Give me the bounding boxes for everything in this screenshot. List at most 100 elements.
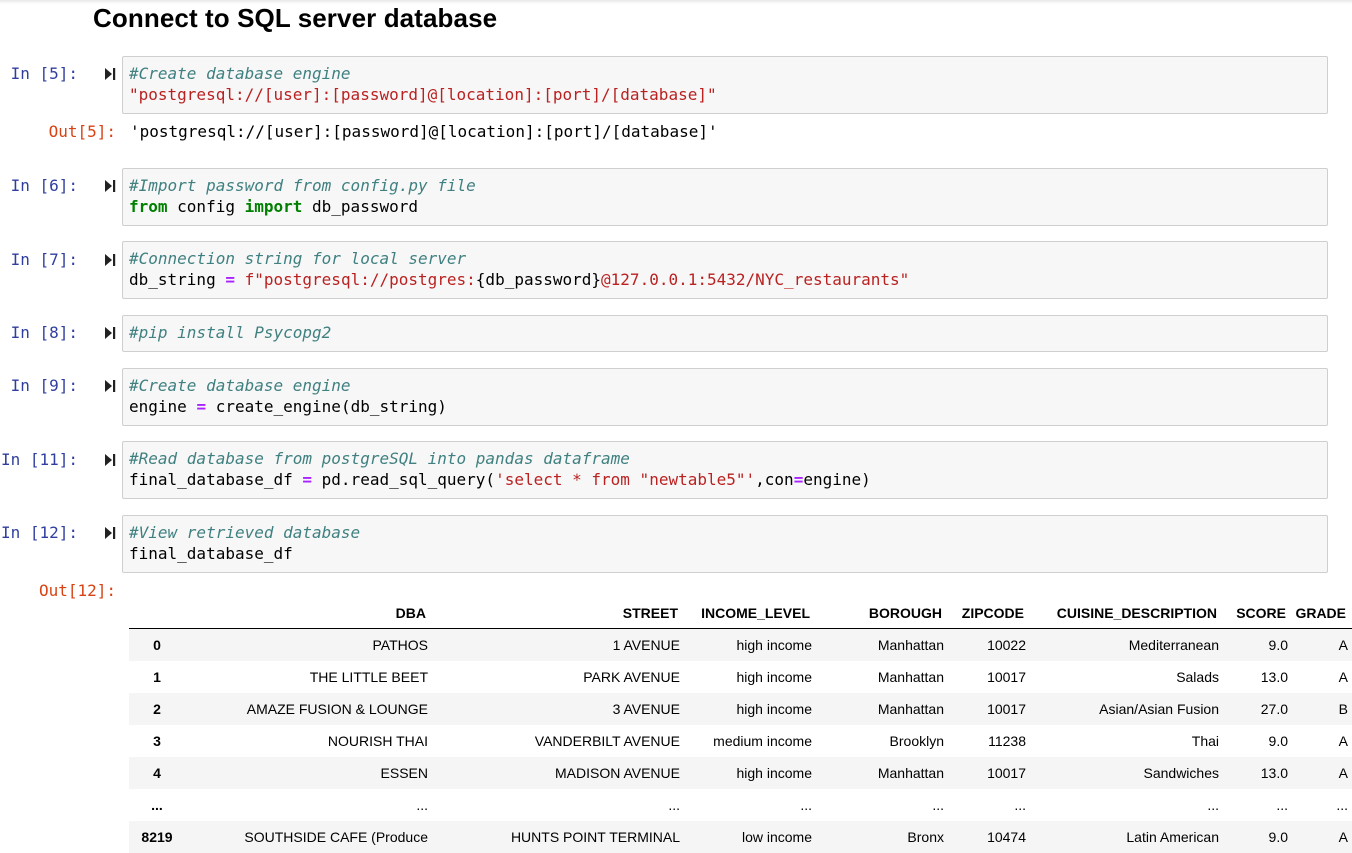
code-line: #Read database from postgreSQL into pand… — [129, 448, 871, 469]
run-cell-icon[interactable] — [104, 67, 116, 81]
table-cell: 10474 — [950, 821, 1032, 853]
table-cell: ESSEN — [185, 757, 434, 789]
code-editor[interactable]: #Create database engine"postgresql://[us… — [129, 63, 717, 105]
table-cell: ... — [434, 789, 686, 821]
code-cell[interactable]: #Connection string for local serverdb_st… — [122, 241, 1328, 299]
table-cell: A — [1294, 821, 1352, 853]
table-row: 4ESSENMADISON AVENUEhigh incomeManhattan… — [129, 757, 1352, 789]
table-cell: Brooklyn — [818, 725, 950, 757]
run-cell-icon[interactable] — [104, 253, 116, 267]
code-text: final_database_df — [129, 544, 293, 563]
run-cell-icon[interactable] — [104, 326, 116, 340]
table-cell: ... — [1294, 789, 1352, 821]
code-editor[interactable]: #Read database from postgreSQL into pand… — [129, 448, 871, 490]
input-prompt: In [11]: — [1, 450, 78, 469]
code-comment: #Create database engine — [129, 64, 351, 83]
code-line: #Create database engine — [129, 375, 447, 396]
code-line: #Import password from config.py file — [129, 175, 476, 196]
table-cell: Sandwiches — [1032, 757, 1225, 789]
input-prompt: In [8]: — [11, 323, 78, 342]
code-cell[interactable]: #Create database engine"postgresql://[us… — [122, 56, 1328, 114]
run-cell-icon[interactable] — [104, 379, 116, 393]
code-editor[interactable]: #pip install Psycopg2 — [129, 322, 331, 343]
code-editor[interactable]: #Import password from config.py filefrom… — [129, 175, 476, 217]
column-header: SCORE — [1225, 598, 1294, 629]
table-cell: A — [1294, 725, 1352, 757]
table-row: 1THE LITTLE BEETPARK AVENUEhigh incomeMa… — [129, 661, 1352, 693]
table-cell: medium income — [686, 725, 818, 757]
table-cell: 10017 — [950, 661, 1032, 693]
column-header: ZIPCODE — [950, 598, 1032, 629]
code-keyword: import — [245, 197, 303, 216]
code-comment: #Import password from config.py file — [129, 176, 476, 195]
column-header: STREET — [434, 598, 686, 629]
table-row: 3NOURISH THAIVANDERBILT AVENUEmedium inc… — [129, 725, 1352, 757]
code-editor[interactable]: #View retrieved database final_database_d… — [129, 522, 360, 564]
table-cell: Mediterranean — [1032, 629, 1225, 662]
output-prompt: Out[12]: — [39, 581, 116, 600]
table-cell: Thai — [1032, 725, 1225, 757]
table-cell: 9.0 — [1225, 629, 1294, 662]
table-cell: Latin American — [1032, 821, 1225, 853]
run-cell-icon[interactable] — [104, 526, 116, 540]
column-header: CUISINE_DESCRIPTION — [1032, 598, 1225, 629]
table-cell: Manhattan — [818, 629, 950, 662]
dataframe-table: DBASTREETINCOME_LEVELBOROUGHZIPCODECUISI… — [129, 598, 1352, 853]
table-cell: ... — [818, 789, 950, 821]
input-prompt: In [6]: — [11, 176, 78, 195]
code-operator: = — [225, 270, 235, 289]
code-comment: #Create database engine — [129, 376, 351, 395]
code-text: engine — [129, 397, 196, 416]
dataframe-header-row: DBASTREETINCOME_LEVELBOROUGHZIPCODECUISI… — [129, 598, 1352, 629]
code-cell[interactable]: #Import password from config.py filefrom… — [122, 168, 1328, 226]
code-line: #View retrieved database — [129, 522, 360, 543]
table-cell: 1 AVENUE — [434, 629, 686, 662]
code-comment: #Connection string for local server — [129, 249, 466, 268]
table-cell: PATHOS — [185, 629, 434, 662]
code-string: @127.0.0.1:5432/NYC_restaurants" — [601, 270, 909, 289]
code-cell[interactable]: #pip install Psycopg2 — [122, 315, 1328, 352]
run-cell-icon[interactable] — [104, 179, 116, 193]
input-prompt: In [12]: — [1, 523, 78, 542]
table-cell: 27.0 — [1225, 693, 1294, 725]
row-index: ... — [129, 789, 185, 821]
table-cell: ... — [950, 789, 1032, 821]
row-index: 3 — [129, 725, 185, 757]
table-cell: 10017 — [950, 757, 1032, 789]
index-header — [129, 598, 185, 629]
table-cell: high income — [686, 757, 818, 789]
table-cell: 13.0 — [1225, 757, 1294, 789]
table-cell: 13.0 — [1225, 661, 1294, 693]
code-line: #pip install Psycopg2 — [129, 322, 331, 343]
input-prompt: In [9]: — [11, 376, 78, 395]
table-row: ........................... — [129, 789, 1352, 821]
table-cell: B — [1294, 693, 1352, 725]
column-header: GRADE — [1294, 598, 1352, 629]
code-line: from config import db_password — [129, 196, 476, 217]
code-text: db_password — [302, 197, 418, 216]
code-string: f"postgresql://postgres: — [245, 270, 476, 289]
table-row: 0PATHOS1 AVENUEhigh incomeManhattan10022… — [129, 629, 1352, 662]
code-text — [235, 270, 245, 289]
code-editor[interactable]: #Create database engineengine = create_e… — [129, 375, 447, 417]
table-cell: 3 AVENUE — [434, 693, 686, 725]
table-cell: high income — [686, 629, 818, 662]
code-line: final_database_df = pd.read_sql_query('s… — [129, 469, 871, 490]
code-comment: #View retrieved database — [129, 523, 360, 542]
section-heading: Connect to SQL server database — [93, 3, 497, 34]
table-cell: 11238 — [950, 725, 1032, 757]
input-prompt: In [5]: — [11, 64, 78, 83]
code-text: engine) — [803, 470, 870, 489]
code-text: {db_password} — [476, 270, 601, 289]
table-cell: Bronx — [818, 821, 950, 853]
code-comment: #Read database from postgreSQL into pand… — [129, 449, 630, 468]
code-cell[interactable]: #Read database from postgreSQL into pand… — [122, 441, 1328, 499]
table-cell: Manhattan — [818, 757, 950, 789]
code-cell[interactable]: #View retrieved database final_database_d… — [122, 515, 1328, 573]
table-cell: ... — [185, 789, 434, 821]
code-line: engine = create_engine(db_string) — [129, 396, 447, 417]
code-cell[interactable]: #Create database engineengine = create_e… — [122, 368, 1328, 426]
table-row: 8219SOUTHSIDE CAFE (ProduceHUNTS POINT T… — [129, 821, 1352, 853]
code-editor[interactable]: #Connection string for local serverdb_st… — [129, 248, 909, 290]
run-cell-icon[interactable] — [104, 453, 116, 467]
